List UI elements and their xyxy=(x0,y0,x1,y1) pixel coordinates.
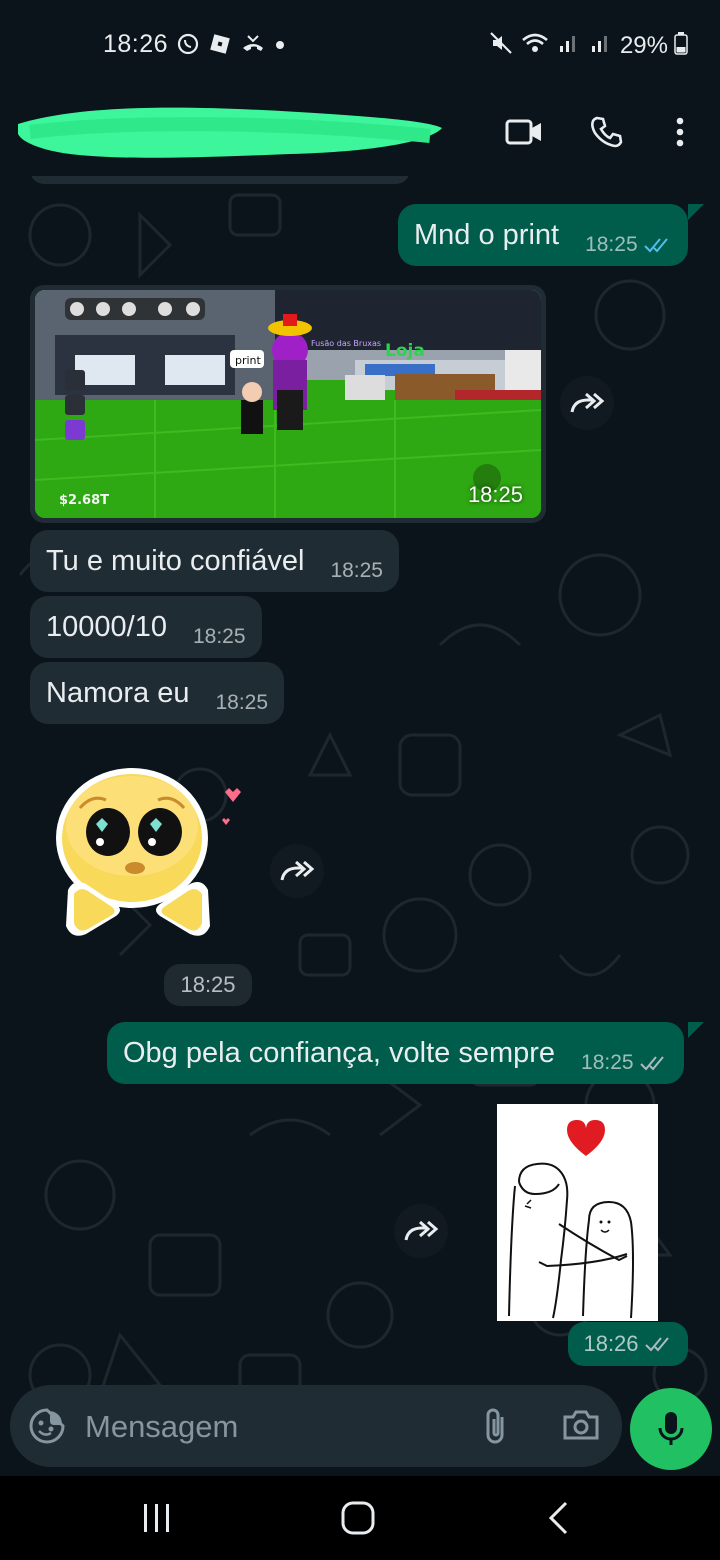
redacted-contact-name-overlay xyxy=(18,107,442,158)
paperclip-icon xyxy=(486,1408,504,1444)
status-bar: 18:26 29% xyxy=(0,0,720,92)
bubble-tail xyxy=(688,204,704,220)
more-vertical-icon xyxy=(676,117,684,147)
back-button[interactable] xyxy=(546,1500,570,1541)
forward-button[interactable] xyxy=(560,376,614,430)
message-time: 18:26 xyxy=(583,1331,639,1356)
whatsapp-icon xyxy=(176,32,200,61)
video-camera-icon xyxy=(505,119,541,145)
emoji-sticker-button[interactable] xyxy=(28,1407,66,1450)
recent-apps-button[interactable] xyxy=(140,1502,174,1539)
message-time: 18:25 xyxy=(215,691,269,714)
message-meta: 18:25 xyxy=(330,559,383,583)
double-check-delivered-icon xyxy=(639,1056,664,1071)
message-time: 18:25 xyxy=(192,625,246,648)
outgoing-message[interactable]: Mnd o print 18:25 xyxy=(398,204,688,266)
message-composer[interactable]: Mensagem xyxy=(10,1385,622,1467)
message-meta: 18:25 xyxy=(581,1051,668,1075)
voice-call-button-top[interactable] xyxy=(583,108,631,156)
battery-icon xyxy=(674,31,688,60)
message-time: 18:25 xyxy=(330,559,383,582)
forward-icon xyxy=(404,1220,439,1241)
message-meta: 18:25 xyxy=(193,625,246,649)
missed-call-icon xyxy=(240,32,266,61)
game-screenshot[interactable]: print Loja Fusão das Bruxas $2.68T 18:25 xyxy=(35,290,541,518)
home-button[interactable] xyxy=(340,1500,376,1541)
incoming-message[interactable]: 10000/10 18:25 xyxy=(30,596,262,658)
wifi-icon xyxy=(520,30,550,61)
home-icon xyxy=(341,1501,375,1535)
sticker-time-chip: 18:26 xyxy=(568,1322,688,1366)
forward-button[interactable] xyxy=(270,844,324,898)
sticker-icon xyxy=(29,1408,65,1444)
message-meta: 18:25 xyxy=(215,691,268,715)
back-chevron-icon xyxy=(548,1501,568,1535)
phone-icon xyxy=(591,116,623,148)
forward-icon xyxy=(280,860,315,881)
attach-button[interactable] xyxy=(480,1405,510,1452)
image-time: 18:25 xyxy=(467,482,523,507)
system-nav-bar xyxy=(0,1476,720,1560)
incoming-message[interactable]: Tu e muito confiável 18:25 xyxy=(30,530,399,592)
chat-menu-button-top[interactable] xyxy=(656,108,704,156)
camera-icon xyxy=(563,1410,599,1440)
message-time: 18:25 xyxy=(180,972,236,997)
double-check-delivered-icon xyxy=(644,1337,669,1352)
video-call-button-top[interactable] xyxy=(500,108,548,156)
signal-icon-2 xyxy=(588,30,614,61)
notification-icons xyxy=(176,32,286,61)
message-input[interactable]: Mensagem xyxy=(85,1409,238,1445)
forward-icon xyxy=(570,392,605,413)
signal-icon xyxy=(556,30,582,61)
sticker-time-chip: 18:25 xyxy=(164,964,252,1006)
message-time: 18:25 xyxy=(581,1051,634,1074)
system-indicators: 29% xyxy=(488,30,688,61)
message-text: Obg pela confiança, volte sempre xyxy=(123,1036,556,1069)
message-time: 18:25 xyxy=(585,233,638,256)
message-text: Namora eu xyxy=(46,676,190,709)
chat-screen: 18:26 29% Mnd o print 18:25 print Loja F… xyxy=(0,0,720,1560)
message-text: Mnd o print xyxy=(414,218,560,251)
flork-hug-art xyxy=(508,1120,634,1319)
game-money-label: $2.68T xyxy=(59,493,109,508)
flork-sticker[interactable] xyxy=(497,1104,658,1321)
game-shop-label: Loja xyxy=(385,341,425,361)
emoji-sticker[interactable] xyxy=(40,750,260,960)
voice-message-button[interactable] xyxy=(630,1388,712,1470)
camera-button[interactable] xyxy=(562,1409,600,1446)
incoming-message[interactable]: Namora eu 18:25 xyxy=(30,662,285,724)
game-screenshot-art: print Loja Fusão das Bruxas $2.68T xyxy=(35,290,541,518)
game-sign-text: print xyxy=(235,354,262,367)
outgoing-message[interactable]: Obg pela confiança, volte sempre 18:25 xyxy=(107,1022,684,1084)
message-text: Tu e muito confiável xyxy=(46,544,305,577)
status-time: 18:26 xyxy=(103,30,169,58)
mute-icon xyxy=(488,30,514,61)
more-notifications-dot-icon xyxy=(274,38,286,56)
bubble-tail xyxy=(688,1022,704,1038)
roblox-icon xyxy=(208,32,232,61)
message-meta: 18:25 xyxy=(585,233,672,257)
game-title-label: Fusão das Bruxas xyxy=(311,339,381,348)
message-text: 10000/10 xyxy=(46,610,167,643)
microphone-icon xyxy=(658,1412,684,1445)
recent-apps-icon xyxy=(144,1504,169,1532)
battery-percentage: 29% xyxy=(619,31,668,59)
double-check-read-icon xyxy=(643,238,668,253)
image-message[interactable]: print Loja Fusão das Bruxas $2.68T 18:25 xyxy=(30,285,546,523)
forward-button[interactable] xyxy=(394,1204,448,1258)
